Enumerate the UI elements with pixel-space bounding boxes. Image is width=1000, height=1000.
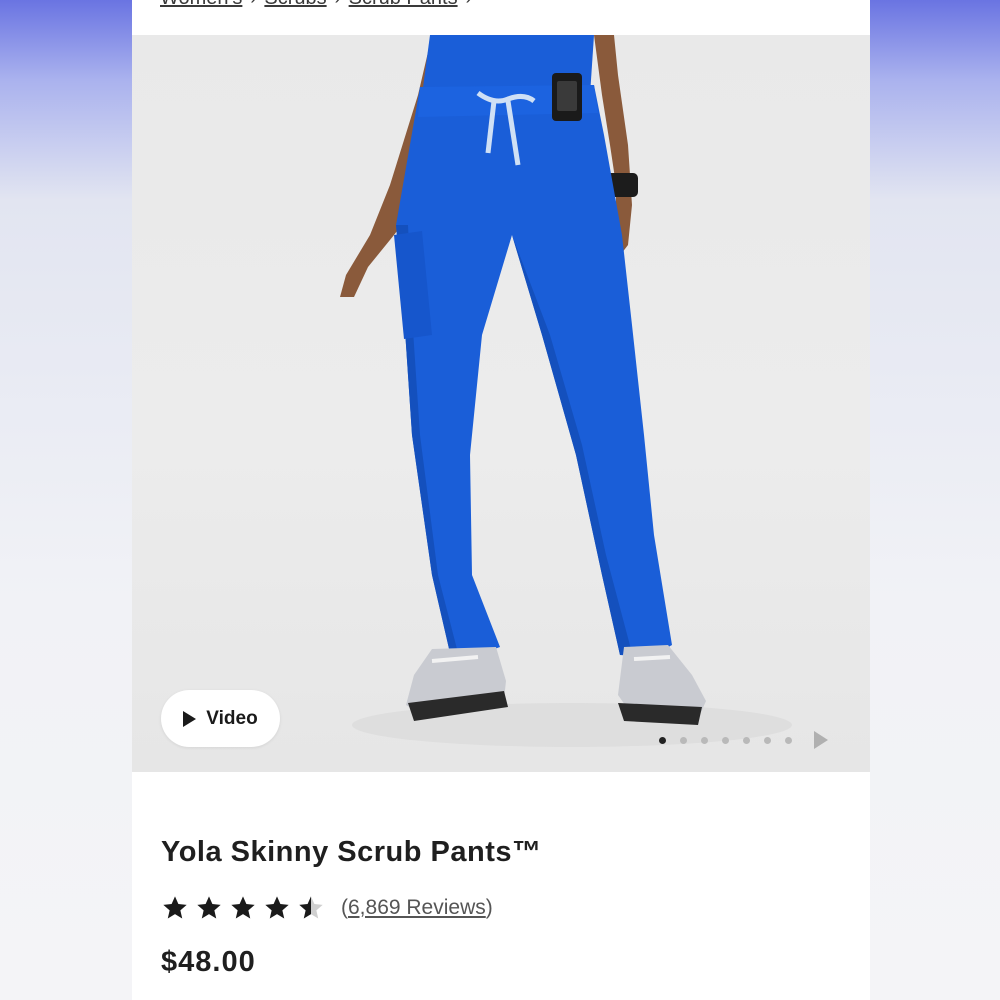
breadcrumb-separator: › xyxy=(466,0,472,9)
carousel-dot[interactable] xyxy=(764,736,771,744)
product-image[interactable]: Video xyxy=(132,35,870,772)
background-right xyxy=(870,0,1000,1000)
video-button-label: Video xyxy=(206,707,258,729)
carousel-indicators xyxy=(659,731,828,749)
product-price: $48.00 xyxy=(161,946,256,978)
reviews-link[interactable]: 6,869 Reviews xyxy=(348,896,486,919)
carousel-dot[interactable] xyxy=(743,736,750,744)
half-star-icon xyxy=(299,896,323,919)
video-button[interactable]: Video xyxy=(161,690,280,747)
product-rating: (6,869 Reviews) xyxy=(161,890,493,926)
breadcrumb-scrubs[interactable]: Scrubs xyxy=(264,0,326,10)
breadcrumb-separator: › xyxy=(335,0,341,9)
breadcrumb-separator: › xyxy=(250,0,256,9)
product-title: Yola Skinny Scrub Pants™ xyxy=(161,836,542,868)
chevron-right-icon[interactable] xyxy=(814,731,828,749)
star-icon xyxy=(197,896,221,919)
star-icon xyxy=(265,896,289,919)
carousel-dot[interactable] xyxy=(722,736,729,744)
product-card: Women's › Scrubs › Scrub Pants › xyxy=(132,0,870,1000)
breadcrumb-scrub-pants[interactable]: Scrub Pants xyxy=(349,0,458,10)
breadcrumb-women[interactable]: Women's xyxy=(160,0,242,10)
background-left xyxy=(0,0,132,1000)
star-rating xyxy=(161,894,325,922)
reviews-count[interactable]: (6,869 Reviews) xyxy=(341,896,493,920)
star-icon xyxy=(231,896,255,919)
carousel-dot[interactable] xyxy=(680,736,687,744)
star-icon xyxy=(163,896,187,919)
carousel-dot[interactable] xyxy=(701,736,708,744)
breadcrumb: Women's › Scrubs › Scrub Pants › xyxy=(160,0,472,10)
carousel-dot[interactable] xyxy=(785,736,792,744)
scrub-pants-photo xyxy=(340,35,792,747)
play-icon xyxy=(183,710,197,727)
carousel-dot-active[interactable] xyxy=(659,736,666,744)
